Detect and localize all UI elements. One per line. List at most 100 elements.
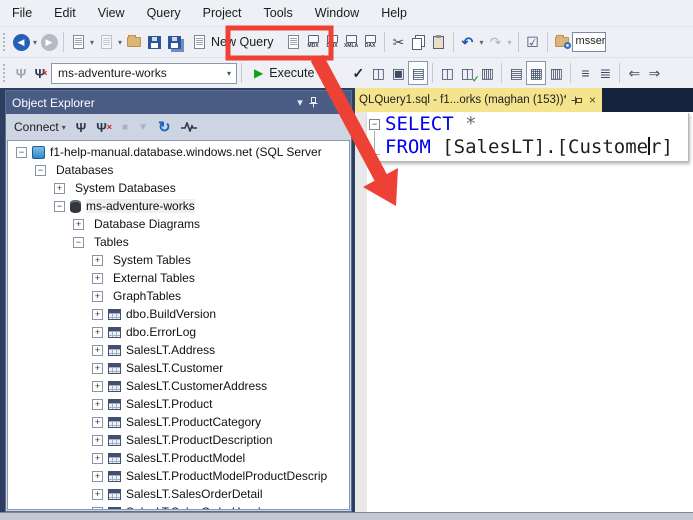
tree-item[interactable]: + SalesLT.ProductCategory: [8, 413, 349, 431]
copy-icon[interactable]: [409, 30, 429, 54]
parse-icon[interactable]: ✓: [348, 61, 368, 85]
intellisense-enabled-icon[interactable]: ▤: [408, 61, 429, 85]
collapse-icon[interactable]: −: [16, 146, 27, 158]
expand-icon[interactable]: +: [54, 182, 65, 194]
tree-item[interactable]: + GraphTables: [8, 287, 349, 305]
window-position-icon[interactable]: ▾: [291, 96, 309, 109]
menu-help[interactable]: Help: [373, 2, 415, 24]
xmla-query-icon[interactable]: XMLA: [342, 31, 361, 53]
dmx-query-icon[interactable]: DMX: [323, 31, 342, 53]
new-project-icon[interactable]: [68, 30, 88, 54]
collapse-icon[interactable]: −: [54, 200, 65, 212]
tree-item[interactable]: + SalesLT.Address: [8, 341, 349, 359]
add-item-dropdown-icon[interactable]: ▾: [116, 30, 124, 54]
tree-item[interactable]: + SalesLT.ProductModel: [8, 449, 349, 467]
pin-icon[interactable]: [309, 97, 327, 108]
paste-icon[interactable]: [429, 30, 449, 54]
fold-collapse-icon[interactable]: −: [369, 119, 380, 130]
undo-dropdown-icon[interactable]: ▾: [478, 30, 486, 54]
tree-item[interactable]: + SalesLT.Customer: [8, 359, 349, 377]
collapse-icon[interactable]: −: [73, 236, 84, 248]
collapse-icon[interactable]: −: [35, 164, 46, 176]
results-to-file-icon[interactable]: ▥: [546, 61, 566, 85]
tab-pin-icon[interactable]: [571, 96, 582, 105]
tree-item[interactable]: + SalesLT.ProductDescription: [8, 431, 349, 449]
decrease-indent-icon[interactable]: ⇐: [624, 61, 644, 85]
expand-icon[interactable]: +: [92, 452, 103, 464]
add-item-icon[interactable]: [96, 30, 116, 54]
query-options-icon[interactable]: ▣: [388, 61, 408, 85]
code-line-1[interactable]: SELECT *: [385, 113, 477, 135]
expand-icon[interactable]: +: [92, 308, 103, 320]
display-estimated-plan-icon[interactable]: ◫: [368, 61, 388, 85]
expand-icon[interactable]: +: [92, 416, 103, 428]
expand-icon[interactable]: +: [92, 362, 103, 374]
mdx-query-icon[interactable]: MDX: [304, 31, 323, 53]
filter-icon[interactable]: ▼: [138, 122, 148, 133]
tree-item[interactable]: + dbo.ErrorLog: [8, 323, 349, 341]
expand-icon[interactable]: +: [92, 272, 103, 284]
dax-query-icon[interactable]: DAX: [361, 31, 380, 53]
menu-edit[interactable]: Edit: [46, 2, 84, 24]
tree-item[interactable]: + dbo.BuildVersion: [8, 305, 349, 323]
execute-button[interactable]: ▶ Execute: [246, 63, 322, 83]
code-line-2[interactable]: FROM [SalesLT].[Custome r]: [385, 136, 673, 158]
tree-item[interactable]: + SalesLT.SalesOrderHeader: [8, 503, 349, 509]
cut-icon[interactable]: ✂: [389, 30, 409, 54]
tree-item[interactable]: + SalesLT.Product: [8, 395, 349, 413]
menu-file[interactable]: File: [4, 2, 40, 24]
expand-icon[interactable]: +: [92, 506, 103, 509]
results-to-grid-icon[interactable]: ▦: [526, 61, 547, 85]
tree-item[interactable]: − f1-help-manual.database.windows.net (SQ…: [8, 143, 349, 161]
tree-item[interactable]: + SalesLT.SalesOrderDetail: [8, 485, 349, 503]
tree-item[interactable]: + External Tables: [8, 269, 349, 287]
tree-item[interactable]: + SalesLT.CustomerAddress: [8, 377, 349, 395]
stop-icon[interactable]: ■: [122, 122, 128, 133]
client-statistics-icon[interactable]: ▥: [477, 61, 497, 85]
menu-view[interactable]: View: [90, 2, 133, 24]
expand-icon[interactable]: +: [92, 488, 103, 500]
navigate-forward-icon[interactable]: ▶: [39, 30, 59, 54]
connect-object-explorer-icon[interactable]: Ψ: [76, 120, 87, 135]
expand-icon[interactable]: +: [92, 398, 103, 410]
expand-icon[interactable]: +: [92, 470, 103, 482]
live-query-statistics-icon[interactable]: ◫ ✓: [457, 61, 480, 85]
object-explorer-tree[interactable]: − f1-help-manual.database.windows.net (SQ…: [7, 140, 350, 510]
expand-icon[interactable]: +: [92, 380, 103, 392]
comment-lines-icon[interactable]: ≡: [575, 61, 595, 85]
tree-item[interactable]: − Tables: [8, 233, 349, 251]
expand-icon[interactable]: +: [92, 344, 103, 356]
tree-item[interactable]: − Databases: [8, 161, 349, 179]
navigate-back-icon[interactable]: ◀: [11, 30, 31, 54]
tab-sqlquery1[interactable]: QLQuery1.sql - f1...orks (maghan (153))*…: [355, 88, 602, 112]
menu-window[interactable]: Window: [307, 2, 367, 24]
code-editor-surface[interactable]: − SELECT * FROM [SalesLT].[Custome r]: [355, 112, 693, 512]
menu-tools[interactable]: Tools: [256, 2, 301, 24]
refresh-icon[interactable]: ↻: [158, 118, 171, 136]
server-search-input[interactable]: msservi: [571, 32, 606, 52]
expand-icon[interactable]: +: [92, 434, 103, 446]
expand-icon[interactable]: +: [92, 290, 103, 302]
toolbar-grip[interactable]: [2, 32, 7, 52]
menu-project[interactable]: Project: [195, 2, 250, 24]
expand-icon[interactable]: +: [73, 218, 84, 230]
new-query-current-connection-icon[interactable]: [284, 30, 304, 54]
uncomment-lines-icon[interactable]: ≣: [595, 61, 615, 85]
tree-item[interactable]: + SalesLT.ProductModelProductDescrip: [8, 467, 349, 485]
tree-item[interactable]: − ms-adventure-works: [8, 197, 349, 215]
disconnect-icon[interactable]: Ψ ×: [96, 120, 112, 135]
redo-dropdown-icon[interactable]: ▾: [506, 30, 514, 54]
undo-icon[interactable]: ↶: [458, 30, 478, 54]
code-block[interactable]: − SELECT * FROM [SalesLT].[Custome r]: [367, 113, 689, 162]
tab-close-icon[interactable]: ×: [587, 93, 598, 107]
close-icon[interactable]: ×: [327, 97, 345, 109]
tree-item[interactable]: + System Tables: [8, 251, 349, 269]
expand-icon[interactable]: +: [92, 254, 103, 266]
redo-icon[interactable]: ↷: [486, 30, 506, 54]
results-to-text-icon[interactable]: ▤: [506, 61, 526, 85]
toolbar-grip[interactable]: [2, 63, 7, 83]
save-all-icon[interactable]: [164, 30, 184, 54]
save-icon[interactable]: [144, 30, 164, 54]
open-file-icon[interactable]: [124, 30, 144, 54]
menu-query[interactable]: Query: [139, 2, 189, 24]
